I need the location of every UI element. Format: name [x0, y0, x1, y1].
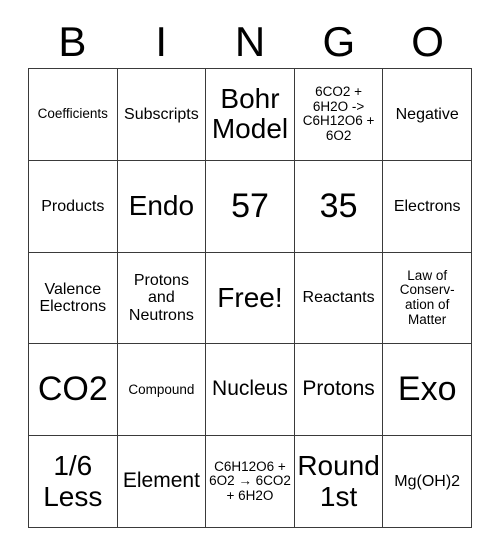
bingo-cell-n4[interactable]: Nucleus	[205, 343, 295, 437]
bingo-header-letter-i: I	[155, 18, 168, 65]
bingo-cell-text: Compound	[128, 381, 195, 397]
bingo-cell-g4[interactable]: Protons	[293, 343, 384, 437]
bingo-cell-text: Free!	[217, 281, 283, 313]
bingo-cell-text: 1/6 Less	[43, 450, 103, 512]
bingo-cell-i2[interactable]: Endo	[116, 159, 207, 253]
bingo-card: B I N G O Coefficients Subscripts Bohr M…	[0, 0, 500, 544]
bingo-cell-text: Law of Conserv- ation of Matter	[399, 267, 455, 327]
bingo-row: Coefficients Subscripts Bohr Model 6CO2 …	[28, 68, 472, 161]
bingo-header-letter-n: N	[234, 18, 266, 65]
bingo-cell-o3[interactable]: Law of Conserv- ation of Matter	[382, 251, 472, 345]
bingo-grid: Coefficients Subscripts Bohr Model 6CO2 …	[28, 68, 472, 528]
bingo-cell-o2[interactable]: Electrons	[382, 159, 472, 253]
bingo-cell-text: Exo	[397, 370, 457, 409]
bingo-cell-text: Subscripts	[124, 105, 199, 123]
bingo-cell-b1[interactable]: Coefficients	[28, 68, 118, 161]
bingo-cell-text: CO2	[37, 370, 108, 409]
bingo-cell-g1[interactable]: 6CO2 + 6H2O -> C6H12O6 + 6O2	[293, 68, 384, 161]
bingo-cell-b4[interactable]: CO2	[28, 343, 118, 437]
bingo-cell-o5[interactable]: Mg(OH)2	[382, 435, 472, 528]
bingo-cell-i1[interactable]: Subscripts	[116, 68, 207, 161]
bingo-cell-g3[interactable]: Reactants	[293, 251, 384, 345]
bingo-cell-text: Coefficients	[37, 106, 108, 122]
bingo-cell-text: Protons and Neutrons	[128, 272, 194, 324]
bingo-cell-b2[interactable]: Products	[28, 159, 118, 253]
bingo-cell-text: Element	[122, 469, 200, 493]
bingo-row: Products Endo 57 35 Electrons	[28, 159, 472, 253]
bingo-cell-text: 35	[319, 186, 358, 225]
bingo-cell-text: 57	[231, 186, 269, 225]
bingo-cell-free-space[interactable]: Free!	[205, 251, 295, 345]
bingo-cell-text: Negative	[395, 105, 459, 123]
bingo-row: Valence Electrons Protons and Neutrons F…	[28, 251, 472, 345]
bingo-cell-text: 6CO2 + 6H2O -> C6H12O6 + 6O2	[302, 84, 375, 143]
bingo-cell-text: Nucleus	[212, 377, 288, 401]
bingo-cell-text: Reactants	[302, 289, 375, 307]
bingo-header-letter-g: G	[322, 18, 356, 65]
bingo-cell-text: Products	[41, 197, 105, 215]
bingo-cell-o4[interactable]: Exo	[382, 343, 472, 437]
bingo-cell-text: Electrons	[393, 197, 461, 215]
bingo-cell-b3[interactable]: Valence Electrons	[28, 251, 118, 345]
bingo-cell-n2[interactable]: 57	[205, 159, 295, 253]
bingo-cell-text: Protons	[302, 377, 375, 401]
bingo-cell-text: C6H12O6 + 6O2 → 6CO2 + 6H2O	[209, 458, 291, 503]
bingo-cell-text: Mg(OH)2	[394, 472, 461, 490]
bingo-cell-text: Bohr Model	[211, 83, 289, 145]
bingo-header-letters: B I N G O	[28, 16, 472, 68]
bingo-cell-text: Round 1st	[297, 450, 380, 512]
bingo-cell-n5[interactable]: C6H12O6 + 6O2 → 6CO2 + 6H2O	[205, 435, 295, 528]
bingo-row: 1/6 Less Element C6H12O6 + 6O2 → 6CO2 + …	[28, 435, 472, 528]
bingo-cell-b5[interactable]: 1/6 Less	[28, 435, 118, 528]
bingo-cell-g5[interactable]: Round 1st	[293, 435, 384, 528]
bingo-cell-i3[interactable]: Protons and Neutrons	[116, 251, 207, 345]
bingo-cell-n1[interactable]: Bohr Model	[205, 68, 295, 161]
bingo-header-letter-b: B	[58, 18, 87, 65]
bingo-cell-text: Valence Electrons	[39, 280, 107, 315]
bingo-cell-i4[interactable]: Compound	[116, 343, 207, 437]
bingo-row: CO2 Compound Nucleus Protons Exo	[28, 343, 472, 437]
bingo-header-letter-o: O	[411, 18, 444, 65]
bingo-cell-o1[interactable]: Negative	[382, 68, 472, 161]
bingo-cell-g2[interactable]: 35	[293, 159, 384, 253]
bingo-cell-text: Endo	[128, 190, 195, 222]
bingo-cell-i5[interactable]: Element	[116, 435, 207, 528]
